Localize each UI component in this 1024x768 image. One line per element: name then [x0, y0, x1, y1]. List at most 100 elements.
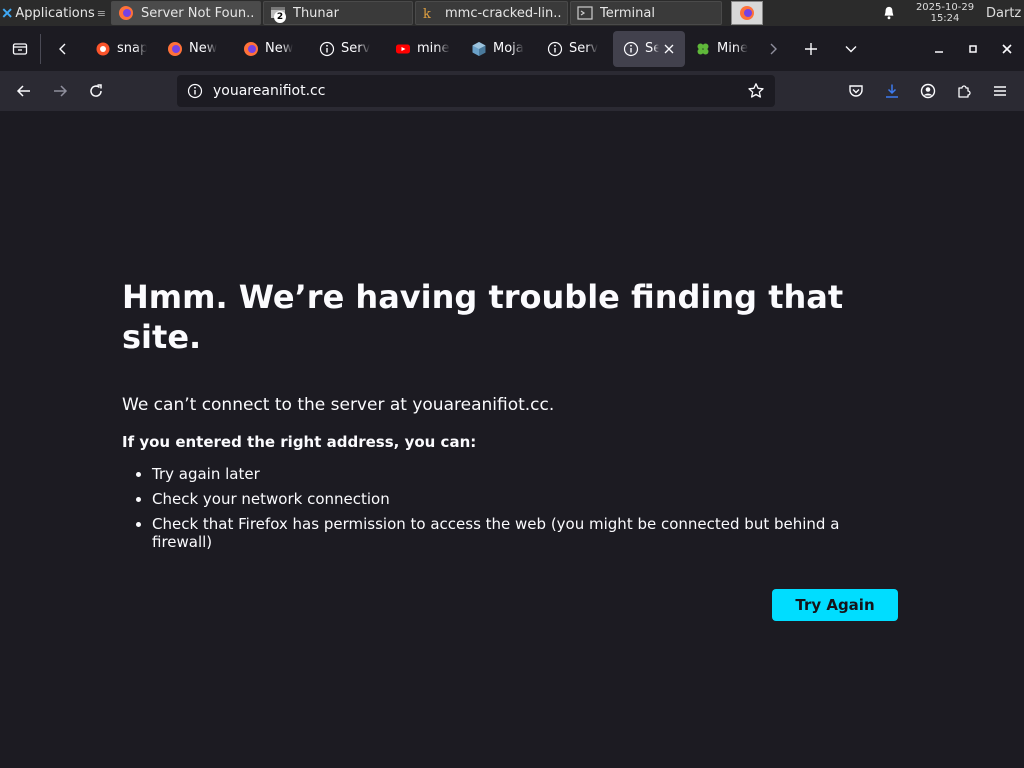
- clover-icon: [697, 43, 709, 54]
- applications-menu[interactable]: Applications ≡: [0, 0, 110, 26]
- tab-label: snap: [117, 41, 147, 56]
- list-item: Check your network connection: [152, 490, 898, 508]
- tab-new-2[interactable]: New: [233, 31, 309, 67]
- clock-date: 2025-10-29: [915, 2, 975, 13]
- pocket-icon: [849, 85, 863, 97]
- launcher-firefox[interactable]: [731, 1, 763, 25]
- tab-close-button[interactable]: [663, 41, 675, 57]
- new-tab-button[interactable]: [795, 33, 827, 65]
- firefox-view-button[interactable]: [4, 33, 36, 65]
- toolbar-divider: [40, 33, 41, 64]
- tab-minecraft[interactable]: Mine: [685, 31, 761, 67]
- desktop-panel: Applications ≡ Server Not Foun... 2 Thun…: [0, 0, 1024, 26]
- tab-server-selected[interactable]: Se: [613, 30, 685, 67]
- taskbar-item-label: Thunar: [293, 5, 339, 21]
- firefox-view-icon: [12, 42, 28, 55]
- minimize-button[interactable]: [922, 33, 956, 65]
- firefox-icon: [740, 6, 754, 20]
- page-content: Hmm. We’re having trouble finding that s…: [0, 111, 1024, 768]
- user-menu[interactable]: Dartz: [986, 6, 1024, 21]
- tab-server-2[interactable]: Serv: [537, 31, 613, 67]
- tab-server-1[interactable]: Serv: [309, 31, 385, 67]
- taskbar-item-firefox[interactable]: Server Not Foun...: [111, 1, 261, 25]
- chevron-left-icon: [59, 43, 66, 54]
- list-item: Check that Firefox has permission to acc…: [152, 515, 898, 551]
- account-button[interactable]: [912, 75, 944, 107]
- firefox-icon: [119, 6, 133, 20]
- download-icon: [886, 84, 898, 98]
- puzzle-icon: [958, 85, 971, 98]
- pocket-button[interactable]: [840, 75, 872, 107]
- back-button[interactable]: [8, 75, 40, 107]
- info-icon: [319, 41, 335, 56]
- scroll-tabs-right-button[interactable]: [757, 33, 789, 65]
- close-window-button[interactable]: [990, 33, 1024, 65]
- tab-label: mine: [417, 41, 450, 56]
- minimize-icon: [935, 50, 943, 53]
- window-count-badge: 2: [274, 11, 286, 23]
- clock-time: 15:24: [930, 13, 960, 24]
- taskbar-item-thunar[interactable]: 2 Thunar: [263, 1, 413, 25]
- arrow-right-icon: [54, 85, 68, 97]
- reload-icon: [90, 84, 102, 97]
- tab-label: Se: [645, 41, 659, 56]
- extensions-button[interactable]: [948, 75, 980, 107]
- svg-text:k: k: [423, 7, 431, 21]
- file-manager-icon: 2: [270, 5, 286, 23]
- list-item: Try again later: [152, 465, 898, 483]
- taskbar-item-label: Terminal: [600, 5, 655, 21]
- tab-youtube[interactable]: mine: [385, 31, 461, 67]
- info-icon: [623, 41, 639, 56]
- firefox-icon: [168, 41, 182, 56]
- account-icon: [920, 83, 936, 99]
- close-icon: [1002, 43, 1012, 54]
- xfce-logo-icon: [2, 8, 12, 18]
- cube-icon: [472, 41, 486, 56]
- try-again-button[interactable]: Try Again: [772, 589, 898, 621]
- tab-mojang[interactable]: Moja: [461, 31, 537, 67]
- taskbar-item-mmc[interactable]: k mmc-cracked-lin...: [415, 1, 568, 25]
- taskbar-item-terminal[interactable]: Terminal: [570, 1, 722, 25]
- site-info-icon[interactable]: [187, 83, 203, 99]
- downloads-button[interactable]: [876, 75, 908, 107]
- error-suggestions-list: Try again later Check your network conne…: [122, 465, 898, 551]
- error-title: Hmm. We’re having trouble finding that s…: [122, 278, 844, 356]
- youtube-icon: [396, 44, 410, 53]
- maximize-button[interactable]: [956, 33, 990, 65]
- firefox-icon: [244, 41, 258, 56]
- tab-label: New: [265, 41, 294, 56]
- chevron-down-icon: [845, 45, 857, 52]
- tab-label: Serv: [341, 41, 371, 56]
- bell-icon[interactable]: [882, 6, 896, 20]
- launcher-icon: k: [423, 7, 431, 21]
- tab-label: Serv: [569, 41, 599, 56]
- close-icon: [664, 44, 674, 53]
- applications-label: Applications: [15, 5, 95, 21]
- arrow-left-icon: [16, 85, 30, 97]
- scroll-tabs-left-button[interactable]: [47, 33, 79, 65]
- tab-snap[interactable]: snap: [85, 31, 157, 67]
- hamburger-menu-icon: [994, 86, 1006, 96]
- plus-icon: [805, 42, 817, 55]
- tab-label: Moja: [493, 41, 524, 56]
- tab-strip: snap New New Serv mine Moja Serv Se Mine: [0, 26, 1024, 71]
- bookmark-star-icon[interactable]: [747, 82, 765, 100]
- tab-label: New: [189, 41, 218, 56]
- forward-button[interactable]: [44, 75, 76, 107]
- error-description: We can’t connect to the server at youare…: [122, 395, 555, 415]
- url-input[interactable]: [213, 83, 747, 99]
- tab-new-1[interactable]: New: [157, 31, 233, 67]
- error-suggestions-heading: If you entered the right address, you ca…: [122, 433, 477, 451]
- app-menu-button[interactable]: [984, 75, 1016, 107]
- list-all-tabs-button[interactable]: [835, 33, 867, 65]
- chevron-right-icon: [770, 43, 777, 54]
- tab-label: Mine: [717, 41, 749, 56]
- terminal-icon: [577, 6, 593, 20]
- menu-handle-icon: ≡: [96, 6, 106, 20]
- clock[interactable]: 2025-10-29 15:24: [910, 2, 980, 24]
- navigation-toolbar: [0, 71, 1024, 111]
- reload-button[interactable]: [80, 75, 112, 107]
- brave-icon: [96, 42, 110, 55]
- address-bar[interactable]: [177, 75, 775, 107]
- info-icon: [547, 41, 563, 56]
